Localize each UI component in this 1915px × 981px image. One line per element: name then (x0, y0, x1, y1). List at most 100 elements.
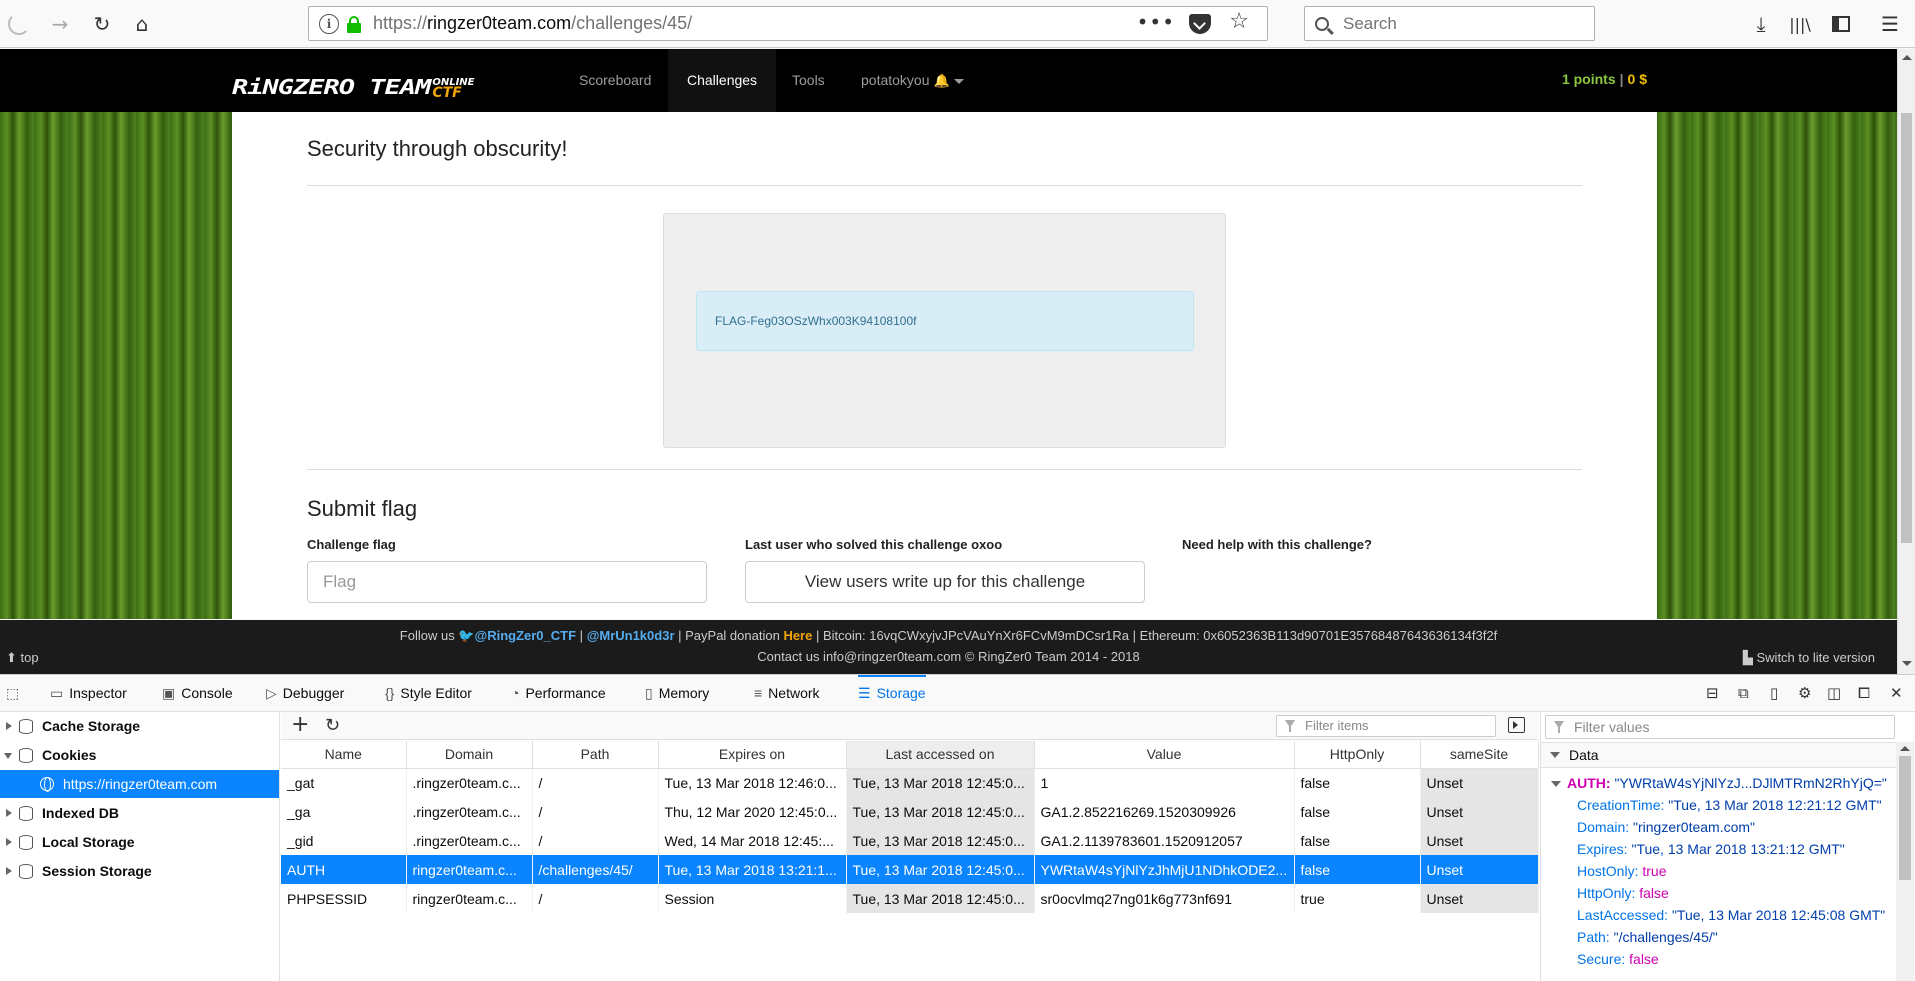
switch-lite-link[interactable]: ▙ Switch to lite version (1743, 650, 1875, 666)
responsive-design-button[interactable]: ▯ (1770, 684, 1778, 702)
view-writeup-button[interactable]: View users write up for this challenge (745, 561, 1145, 603)
column-header-samesite[interactable]: sameSite (1420, 741, 1539, 769)
details-scrollbar[interactable] (1896, 742, 1914, 981)
site-info-icon[interactable]: i (319, 13, 339, 34)
tab-memory[interactable]: ▯ Memory (645, 675, 709, 711)
data-entry[interactable]: Secure: false (1577, 948, 1659, 970)
twitter-link-mrun1k0d3r[interactable]: @MrUn1k0d3r (587, 628, 675, 643)
column-header-last-accessed[interactable]: Last accessed on (846, 741, 1035, 769)
sidebar-button[interactable] (1826, 9, 1856, 39)
nav-challenges[interactable]: Challenges (668, 49, 777, 112)
data-entry[interactable]: HttpOnly: false (1577, 882, 1669, 904)
page-scrollbar-thumb[interactable] (1901, 113, 1912, 543)
challenge-content-box: FLAG-Feg03OSzWhx003K94108100f (663, 213, 1226, 448)
data-entry[interactable]: Domain: "ringzer0team.com" (1577, 816, 1755, 838)
home-button[interactable]: ⌂ (127, 9, 157, 39)
dock-layout-button[interactable]: ⊟ (1706, 684, 1719, 702)
nav-scoreboard[interactable]: Scoreboard (560, 49, 670, 112)
tab-debugger[interactable]: ▷ Debugger (266, 675, 344, 711)
data-value: "ringzer0team.com" (1633, 819, 1756, 835)
tree-cache-storage[interactable]: Cache Storage (0, 712, 279, 740)
tab-console[interactable]: ▣ Console (162, 675, 233, 711)
data-root-entry[interactable]: AUTH: "YWRtaW4sYjNlYzJ...DJlMTRmN2RhYjQ=… (1551, 772, 1887, 794)
twitter-link-ringzer0[interactable]: 🐦@RingZer0_CTF (458, 628, 576, 643)
add-item-button[interactable]: + (291, 712, 309, 738)
tree-cookies[interactable]: Cookies (0, 741, 279, 769)
collapse-arrow-icon[interactable] (1550, 752, 1560, 758)
bookmark-star-icon[interactable]: ☆ (1229, 9, 1249, 34)
data-value: "Tue, 13 Mar 2018 12:45:08 GMT" (1671, 907, 1886, 923)
filter-items-input[interactable]: Filter items (1276, 715, 1496, 737)
data-section-header[interactable]: Data (1541, 742, 1896, 768)
data-entry[interactable]: Path: "/challenges/45/" (1577, 926, 1718, 948)
tab-memory-label: Memory (658, 685, 710, 701)
element-picker-button[interactable]: ⬚ (6, 675, 25, 711)
downloads-button[interactable]: ⤓ (1746, 9, 1776, 39)
column-header-name[interactable]: Name (281, 741, 407, 769)
column-header-value[interactable]: Value (1034, 741, 1295, 769)
scroll-down-icon[interactable] (1902, 661, 1912, 666)
table-row[interactable]: _gat .ringzer0team.c... / Tue, 13 Mar 20… (281, 768, 1539, 797)
column-header-httponly[interactable]: HttpOnly (1294, 741, 1421, 769)
tree-cookie-host-label: https://ringzer0team.com (63, 776, 218, 792)
pocket-icon[interactable] (1189, 14, 1211, 34)
url-text[interactable]: https://ringzer0team.com/challenges/45/ (373, 13, 692, 34)
nav-tools[interactable]: Tools (773, 49, 844, 112)
filter-icon (1554, 721, 1564, 733)
tab-inspector[interactable]: ▭ Inspector (50, 675, 127, 711)
table-row[interactable]: _ga .ringzer0team.c... / Thu, 12 Mar 202… (281, 797, 1539, 826)
nav-user-menu[interactable]: potatokyou 🔔 (842, 49, 983, 112)
url-bar[interactable]: i https://ringzer0team.com/challenges/45… (308, 6, 1268, 41)
expand-arrow-icon[interactable] (6, 809, 12, 817)
flag-input[interactable]: Flag (307, 561, 707, 603)
undock-button[interactable]: ⧠ (1858, 684, 1870, 702)
tab-network[interactable]: ≡ Network (754, 675, 820, 711)
close-devtools-button[interactable]: ✕ (1890, 684, 1903, 702)
devtools-settings-button[interactable]: ⚙ (1798, 684, 1811, 702)
split-console-button[interactable]: ⧉ (1738, 684, 1749, 702)
scroll-up-icon[interactable] (1900, 746, 1910, 751)
collapse-arrow-icon[interactable] (4, 753, 12, 759)
tab-performance[interactable]: ◔ Performance (511, 675, 606, 711)
data-entry[interactable]: Expires: "Tue, 13 Mar 2018 13:21:12 GMT" (1577, 838, 1845, 860)
data-entry[interactable]: LastAccessed: "Tue, 13 Mar 2018 12:45:08… (1577, 904, 1885, 926)
page-actions-icon[interactable]: ••• (1137, 10, 1175, 34)
data-entry[interactable]: HostOnly: true (1577, 860, 1666, 882)
column-header-path[interactable]: Path (532, 741, 659, 769)
scroll-up-icon[interactable] (1902, 55, 1912, 60)
column-header-domain[interactable]: Domain (406, 741, 533, 769)
storage-toolbar: + ↻ Filter items (281, 712, 1538, 740)
tree-cookie-host[interactable]: https://ringzer0team.com (0, 770, 279, 798)
menu-button[interactable]: ☰ (1875, 9, 1905, 39)
back-button[interactable] (4, 9, 34, 39)
library-button[interactable]: |||\ (1785, 9, 1815, 39)
tree-session-storage[interactable]: Session Storage (0, 857, 279, 885)
table-row[interactable]: PHPSESSID ringzer0team.c... / Session Tu… (281, 884, 1539, 913)
filter-values-input[interactable]: Filter values (1545, 715, 1895, 739)
tab-style-editor[interactable]: {} Style Editor (385, 675, 472, 711)
toggle-sidebar-button[interactable] (1508, 717, 1525, 733)
table-row-selected[interactable]: AUTH ringzer0team.c... /challenges/45/ T… (281, 855, 1539, 884)
page-scrollbar[interactable] (1897, 49, 1915, 674)
expand-arrow-icon[interactable] (6, 722, 12, 730)
reload-button[interactable]: ↻ (87, 9, 117, 39)
expand-arrow-icon[interactable] (6, 838, 12, 846)
expand-arrow-icon[interactable] (6, 867, 12, 875)
details-scrollbar-thumb[interactable] (1899, 756, 1911, 880)
lock-icon[interactable] (347, 15, 361, 33)
dock-side-button[interactable]: ◫ (1827, 684, 1841, 702)
search-bar[interactable]: Search (1304, 6, 1595, 41)
column-header-expires[interactable]: Expires on (658, 741, 847, 769)
table-row[interactable]: _gid .ringzer0team.c... / Wed, 14 Mar 20… (281, 826, 1539, 855)
forward-button[interactable]: → (45, 9, 75, 39)
tree-local-storage[interactable]: Local Storage (0, 828, 279, 856)
tree-indexed-db[interactable]: Indexed DB (0, 799, 279, 827)
back-to-top-link[interactable]: ⬆ top (6, 650, 39, 666)
tab-style-editor-label: Style Editor (400, 685, 472, 701)
data-entry[interactable]: CreationTime: "Tue, 13 Mar 2018 12:21:12… (1577, 794, 1882, 816)
collapse-arrow-icon[interactable] (1551, 781, 1561, 788)
site-logo[interactable]: RiNGZERO TEAM ONLINE CTF (232, 67, 475, 100)
tab-storage[interactable]: ☰ Storage (858, 675, 926, 711)
paypal-here-link[interactable]: Here (783, 628, 812, 643)
refresh-items-button[interactable]: ↻ (325, 713, 340, 739)
